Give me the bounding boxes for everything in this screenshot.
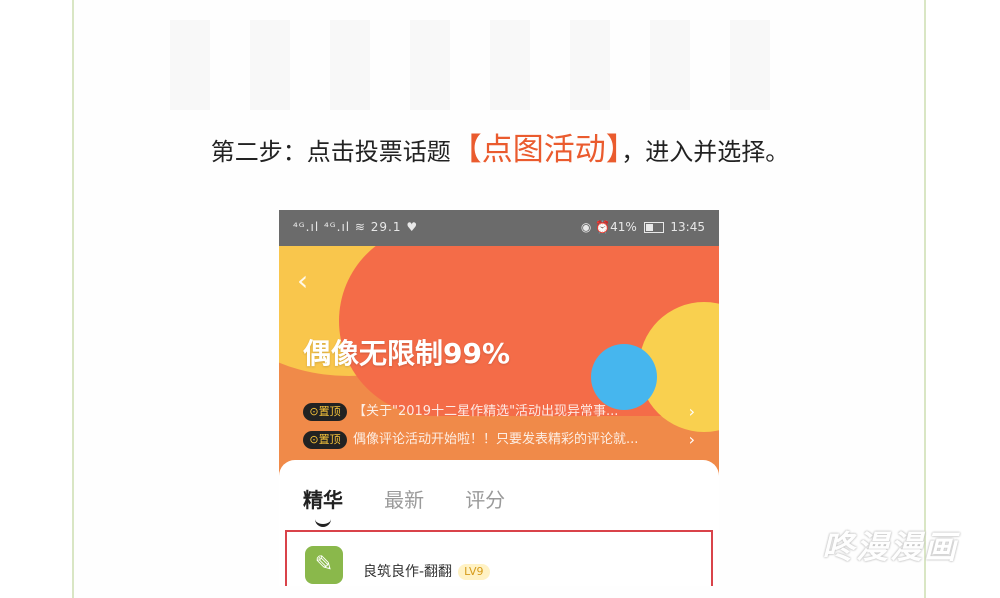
pinned-post-1[interactable]: ⊙置顶 【关于"2019十二星作精选"活动出现异常事... › [303, 400, 699, 424]
chevron-right-icon: › [688, 402, 695, 421]
pinned-badge: ⊙置顶 [303, 431, 347, 449]
battery-icon [643, 222, 664, 233]
active-tab-indicator [315, 518, 331, 527]
level-badge: LV9 [458, 564, 490, 580]
chevron-right-icon: › [688, 430, 695, 449]
post-card[interactable]: ✎ 良筑良作-翻翻 LV9 [285, 530, 713, 586]
instruction-suffix: ，进入并选择。 [621, 138, 790, 166]
instruction-text: 第二步：点击投票话题【点图活动】，进入并选择。 [0, 128, 1000, 172]
tab-featured[interactable]: 精华 [303, 482, 343, 527]
status-indicators: ◉ ⏰41% [580, 220, 637, 234]
tab-bar: 精华 最新 评分 [303, 482, 541, 527]
post-author: 良筑良作-翻翻 LV9 [363, 562, 490, 582]
avatar[interactable]: ✎ [305, 546, 343, 584]
tab-latest[interactable]: 最新 [384, 482, 424, 518]
pinned-badge: ⊙置顶 [303, 403, 347, 421]
topic-banner: ‹ 偶像无限制99% ⊙置顶 【关于"2019十二星作精选"活动出现异常事... … [279, 246, 719, 476]
instruction-prefix: 第二步：点击投票话题 [210, 138, 451, 166]
chevron-left-icon[interactable]: ‹ [297, 264, 321, 298]
topic-title: 偶像无限制99% [303, 337, 511, 370]
status-right: ◉ ⏰41% 13:45 [581, 220, 705, 234]
signal-icons: ⁴ᴳ.ıl ⁴ᴳ.ıl ≋ 29.1 ♥ [293, 220, 419, 234]
author-name: 良筑良作-翻翻 [363, 564, 453, 580]
faint-background-pattern [170, 20, 810, 110]
tab-rating[interactable]: 评分 [465, 482, 505, 518]
watermark-logo: 咚漫漫画 [822, 528, 959, 566]
status-bar: ⁴ᴳ.ıl ⁴ᴳ.ıl ≋ 29.1 ♥ ◉ ⏰41% 13:45 [279, 210, 719, 246]
status-time: 13:45 [670, 220, 705, 234]
pinned-post-2[interactable]: ⊙置顶 偶像评论活动开始啦！！只要发表精彩的评论就... › [303, 428, 699, 452]
phone-screenshot: ⁴ᴳ.ıl ⁴ᴳ.ıl ≋ 29.1 ♥ ◉ ⏰41% 13:45 ‹ 偶像无限… [279, 210, 719, 586]
pinned-post-title: 【关于"2019十二星作精选"活动出现异常事... [353, 404, 619, 419]
topic-content: 精华 最新 评分 ✎ 良筑良作-翻翻 LV9 [279, 460, 719, 586]
instruction-highlight: 【点图活动】 [450, 132, 622, 168]
pinned-post-title: 偶像评论活动开始啦！！只要发表精彩的评论就... [353, 432, 639, 447]
